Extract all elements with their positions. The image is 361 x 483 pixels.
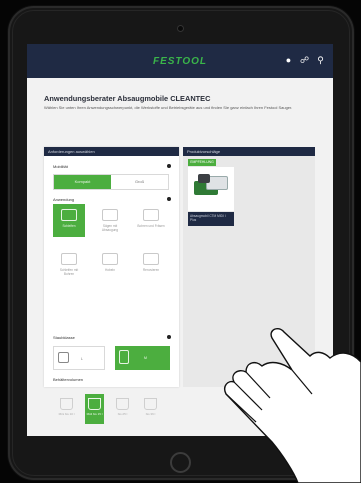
application-tile-sawing[interactable]: Sägen mit Absaugung [94, 204, 126, 237]
festool-logo[interactable]: FESTOOL [153, 56, 207, 67]
renovation-icon [143, 253, 159, 265]
capacity-option-label: Midi bis 15 l [86, 412, 103, 416]
planer-icon [102, 253, 118, 265]
vacuum-top [198, 174, 210, 183]
capacity-option-25[interactable]: bis 25 l [113, 394, 132, 424]
info-icon[interactable] [167, 164, 171, 168]
search-icon[interactable]: ⚲ [316, 55, 325, 65]
capacity-option-36[interactable]: bis 36 l [141, 394, 160, 424]
filter-option-label: M [144, 356, 147, 360]
mobility-option-large[interactable]: Groß [111, 175, 168, 189]
capacity-option-mini[interactable]: Mini bis 10 l [57, 394, 76, 424]
tile-label: Hobeln [104, 268, 116, 272]
bag-icon [60, 398, 73, 410]
filter-m-icon [119, 350, 129, 364]
front-camera [177, 25, 184, 32]
recommendation-badge: EMPFEHLUNG [188, 159, 216, 166]
filter-l-icon [58, 352, 69, 363]
application-tile-planing[interactable]: Hobeln [94, 248, 126, 281]
application-tile-drilling[interactable]: Bohren und Fräsen [135, 204, 167, 237]
requirements-heading: Anforderungen auswählen [44, 147, 179, 156]
home-button[interactable] [170, 452, 191, 473]
page-title: Anwendungsberater Absaugmobile CLEANTEC [44, 94, 211, 103]
header-icons: ● ☍ ⚲ [284, 55, 325, 65]
capacity-option-label: Mini bis 10 l [58, 412, 75, 416]
swipe-gesture-hand [224, 328, 361, 483]
drill-icon [143, 209, 159, 221]
tile-label: Renovieren [142, 268, 160, 272]
application-label: Anwendung [53, 197, 75, 202]
product-card[interactable] [188, 167, 234, 211]
tile-label: Bohren und Fräsen [137, 224, 165, 228]
top-navigation-bar: FESTOOL ● ☍ ⚲ [27, 44, 333, 78]
mobility-label: Mobilität [53, 164, 68, 169]
saw-icon [102, 209, 118, 221]
filter-option-label: L [81, 357, 83, 361]
mobility-toggle: Kompakt Groß [53, 174, 169, 190]
requirements-panel: Anforderungen auswählen Mobilität Kompak… [44, 147, 179, 387]
page-subtitle: Wählen Sie unten Ihren Anwendungsschwerp… [44, 105, 293, 110]
bag-icon [144, 398, 157, 410]
capacity-option-label: bis 36 l [145, 412, 156, 416]
cart-icon[interactable]: ☍ [300, 55, 309, 65]
bag-icon [88, 398, 101, 410]
application-tile-grinding[interactable]: Schleifen mit Bohren [53, 248, 85, 281]
product-name[interactable]: Absaugmobil CTM MIDI I Plus [188, 212, 234, 226]
tile-label: Schleifen mit Bohren [59, 268, 79, 276]
tile-label: Sägen mit Absaugung [101, 224, 119, 232]
application-tile-sanding[interactable]: Schleifen [53, 204, 85, 237]
results-heading: Produktvorschläge [183, 147, 315, 156]
capacity-label: Behältervolumen [53, 377, 84, 382]
user-icon[interactable]: ● [284, 55, 293, 65]
info-icon[interactable] [167, 197, 171, 201]
sander-icon [61, 209, 77, 221]
info-icon[interactable] [167, 335, 171, 339]
tile-label: Schleifen [62, 224, 76, 228]
filter-option-m[interactable]: M [115, 346, 170, 370]
application-tile-renovation[interactable]: Renovieren [135, 248, 167, 281]
product-image [192, 173, 228, 199]
capacity-option-midi[interactable]: Midi bis 15 l [85, 394, 104, 424]
grinder-icon [61, 253, 77, 265]
mobility-option-compact[interactable]: Kompakt [54, 175, 111, 189]
filter-class-label: Staubklasse [53, 335, 75, 340]
bag-icon [116, 398, 129, 410]
capacity-option-label: bis 25 l [117, 412, 128, 416]
filter-option-l[interactable]: L [53, 346, 105, 370]
